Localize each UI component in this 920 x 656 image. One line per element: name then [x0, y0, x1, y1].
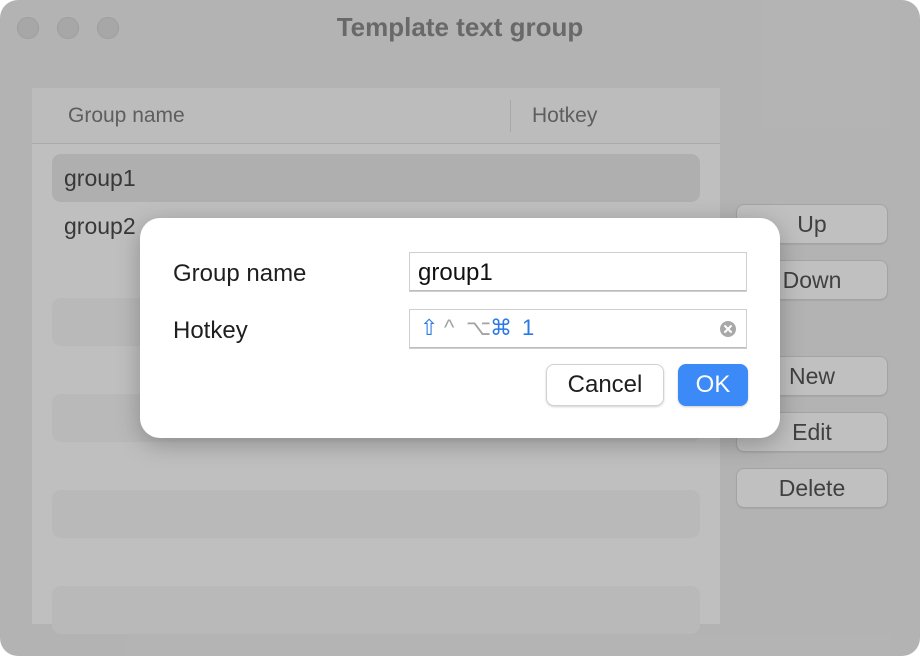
hotkey-key-value: 1 [522, 315, 535, 340]
ok-button[interactable]: OK [678, 364, 748, 406]
hotkey-label: Hotkey [173, 317, 248, 344]
edit-group-dialog: Group name group1 Hotkey ⇧ ^ ⌥ ⌘ 1 Cance… [140, 218, 780, 438]
hotkey-recorder-field[interactable]: ⇧ ^ ⌥ ⌘ 1 [409, 309, 747, 349]
clear-hotkey-icon[interactable] [719, 320, 737, 338]
shift-key-icon: ⇧ [420, 315, 439, 340]
command-key-icon: ⌘ [490, 315, 512, 340]
cancel-button[interactable]: Cancel [546, 364, 664, 406]
group-name-label: Group name [173, 260, 307, 287]
control-key-icon: ^ [444, 315, 455, 340]
option-key-icon: ⌥ [466, 315, 492, 340]
group-name-value: group1 [418, 259, 493, 286]
group-name-field[interactable]: group1 [409, 252, 747, 292]
